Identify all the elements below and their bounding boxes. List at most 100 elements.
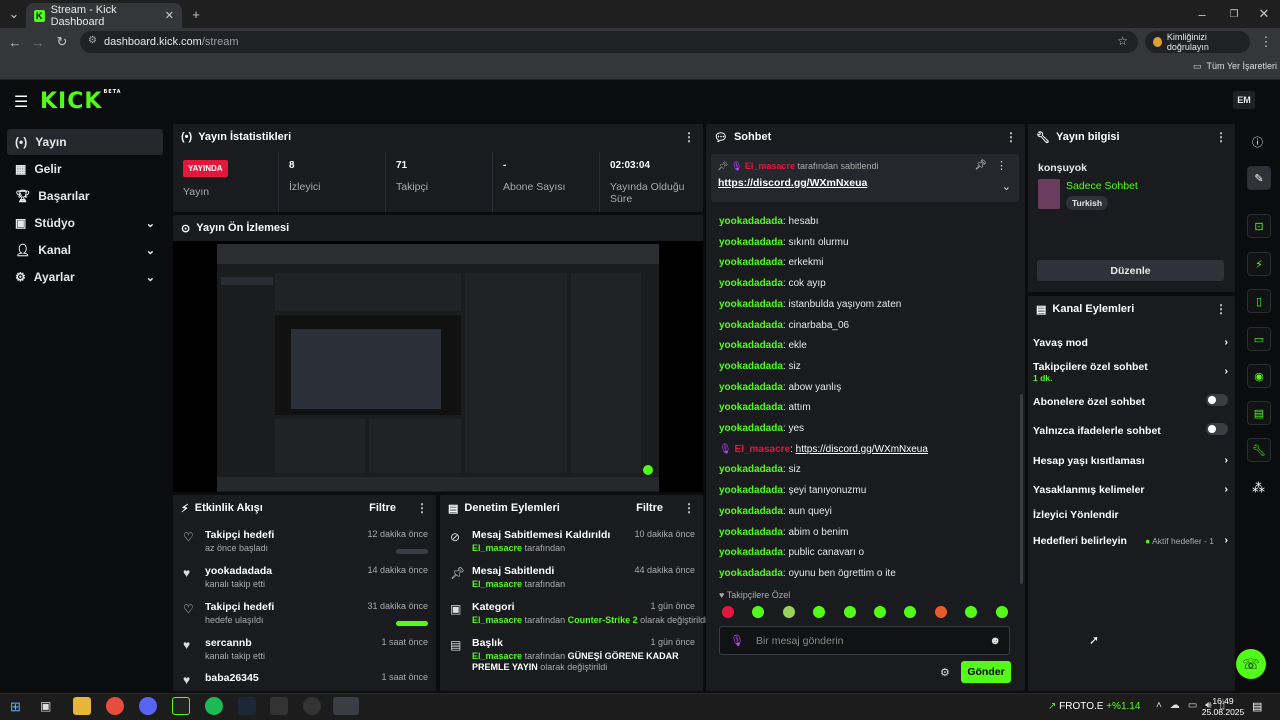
app-icon[interactable]: [172, 697, 190, 715]
chat-username[interactable]: yookadadada: [719, 257, 783, 268]
close-window-icon[interactable]: ✕: [1254, 4, 1274, 24]
kick-logo[interactable]: KICKBETA: [40, 89, 122, 114]
sidebar-item-gelir[interactable]: ▦ Gelir: [7, 156, 163, 182]
unpin-icon[interactable]: 📌︎: [974, 160, 987, 171]
more-options-icon[interactable]: ⋮: [1215, 130, 1227, 144]
steam-icon[interactable]: [238, 697, 256, 715]
tab-close-icon[interactable]: ✕: [165, 9, 174, 22]
chat-username[interactable]: yookadadada: [719, 402, 783, 413]
emotes-only-row[interactable]: Yalnızca ifadelerle sohbet: [1033, 423, 1228, 437]
chat-username[interactable]: yookadadada: [719, 216, 783, 227]
pinned-link[interactable]: https://discord.gg/WXmNxeua: [718, 177, 867, 189]
back-icon[interactable]: ←: [5, 32, 25, 52]
task-view-icon[interactable]: ▣: [40, 699, 51, 713]
hamburger-menu-icon[interactable]: ☰: [14, 92, 28, 112]
info-icon[interactable]: ⓘ: [1252, 134, 1263, 150]
chat-username[interactable]: yookadadada: [719, 340, 783, 351]
windows-start-icon[interactable]: ⊞: [10, 699, 21, 715]
emote-icon[interactable]: [995, 606, 1008, 618]
emote-icon[interactable]: [843, 606, 856, 618]
chat-username[interactable]: yookadadada: [719, 278, 783, 289]
browser-tab[interactable]: K Stream - Kick Dashboard ✕: [26, 3, 182, 28]
notifications-icon[interactable]: ▤: [1252, 700, 1262, 713]
more-options-icon[interactable]: ⋮: [996, 159, 1007, 172]
avatar[interactable]: EM: [1233, 91, 1255, 109]
chat-username[interactable]: yookadadada: [719, 237, 783, 248]
emote-icon[interactable]: [722, 606, 734, 618]
chat-settings-icon[interactable]: ⚙: [940, 666, 950, 679]
chat-username[interactable]: El_masacre: [734, 444, 790, 455]
emoji-icon[interactable]: ☻: [989, 635, 1001, 647]
identity-button[interactable]: Kimliğinizi doğrulayın: [1145, 31, 1250, 53]
send-button[interactable]: Gönder: [961, 661, 1011, 683]
bolt-icon[interactable]: ⚡︎: [1247, 252, 1271, 276]
raid-row[interactable]: İzleyici Yönlendir: [1033, 509, 1228, 521]
clock[interactable]: 16:49 25.08.2025: [1200, 696, 1246, 718]
chat-scrollbar[interactable]: [1020, 394, 1023, 584]
category-link[interactable]: Sadece Sohbet: [1066, 180, 1138, 192]
chat-username[interactable]: yookadadada: [719, 568, 783, 579]
chat-username[interactable]: yookadadada: [719, 361, 783, 372]
edit-button[interactable]: Düzenle: [1037, 260, 1224, 281]
filter-button[interactable]: Filtre: [369, 502, 396, 514]
chat-username[interactable]: yookadadada: [719, 485, 783, 496]
chat-text[interactable]: https://discord.gg/WXmNxeua: [796, 444, 928, 455]
chat-username[interactable]: yookadadada: [719, 299, 783, 310]
widgets-icon[interactable]: ⁂: [1252, 480, 1265, 496]
minimize-icon[interactable]: –: [1192, 4, 1212, 24]
capture-icon[interactable]: ⊡: [1247, 214, 1271, 238]
onedrive-icon[interactable]: ☁: [1170, 700, 1180, 711]
more-options-icon[interactable]: ⋮: [683, 501, 695, 515]
chat-input[interactable]: 🎙︎ Bir mesaj gönderin ☻: [719, 626, 1010, 655]
new-tab-icon[interactable]: +: [186, 4, 206, 24]
filter-button[interactable]: Filtre: [636, 502, 663, 514]
stock-ticker[interactable]: ↗ FROTO.E +%1.14: [1048, 701, 1140, 712]
sidebar-item-basarilar[interactable]: 🏆︎ Başarılar: [7, 183, 163, 209]
emote-icon[interactable]: [782, 606, 795, 618]
bookmark-star-icon[interactable]: ☆: [1117, 34, 1128, 48]
spotify-icon[interactable]: [205, 697, 223, 715]
chat-username[interactable]: yookadadada: [719, 382, 783, 393]
help-chat-icon[interactable]: ☏: [1236, 649, 1266, 679]
chat-username[interactable]: yookadadada: [719, 506, 783, 517]
chevron-down-icon[interactable]: ⌄: [1002, 180, 1011, 193]
more-options-icon[interactable]: ⋮: [1215, 302, 1227, 316]
document-icon[interactable]: ▯: [1247, 289, 1271, 313]
edit-icon[interactable]: ✎: [1247, 166, 1271, 190]
preview-video[interactable]: [173, 241, 703, 492]
chrome-active-icon[interactable]: [333, 697, 359, 715]
chat-icon[interactable]: ▭: [1247, 327, 1271, 351]
goals-row[interactable]: Hedefleri belirleyin ● Aktif hedefler - 1…: [1033, 534, 1228, 547]
obs-icon[interactable]: [303, 697, 321, 715]
sidebar-item-yayin[interactable]: (•) Yayın: [7, 129, 163, 155]
followers-only-row[interactable]: Takipçilere özel sohbet 1 dk. ›: [1033, 361, 1228, 383]
reload-icon[interactable]: ↻: [52, 32, 72, 52]
discord-icon[interactable]: [139, 697, 157, 715]
chat-username[interactable]: yookadadada: [719, 464, 783, 475]
more-options-icon[interactable]: ⋮: [683, 130, 695, 144]
pinned-user[interactable]: El_masacre: [745, 161, 795, 171]
more-options-icon[interactable]: ⋮: [1005, 130, 1017, 144]
restore-icon[interactable]: ❐: [1224, 4, 1244, 24]
tab-search-icon[interactable]: ⌄: [4, 4, 24, 24]
epic-games-icon[interactable]: [270, 697, 288, 715]
sidebar-item-ayarlar[interactable]: ⚙ Ayarlar ⌄: [7, 264, 163, 290]
subscribers-only-row[interactable]: Abonelere özel sohbet: [1033, 394, 1228, 408]
all-bookmarks[interactable]: ▭ Tüm Yer İşaretleri: [1193, 61, 1277, 72]
subscribers-only-toggle[interactable]: [1206, 394, 1228, 406]
emote-icon[interactable]: [934, 606, 947, 618]
chat-username[interactable]: yookadadada: [719, 527, 783, 538]
sidebar-item-studyo[interactable]: ▣ Stüdyo ⌄: [7, 210, 163, 236]
site-info-icon[interactable]: ⚙: [88, 35, 97, 46]
chevron-up-icon[interactable]: ˄: [1156, 700, 1162, 711]
layout-icon[interactable]: ▤: [1247, 401, 1271, 425]
chat-username[interactable]: yookadadada: [719, 320, 783, 331]
network-icon[interactable]: ▭: [1188, 700, 1197, 711]
banned-words-row[interactable]: Yasaklanmış kelimeler ›: [1033, 483, 1228, 496]
slow-mode-row[interactable]: Yavaş mod ›: [1033, 336, 1228, 349]
browser-menu-icon[interactable]: ⋮: [1256, 32, 1276, 52]
emotes-only-toggle[interactable]: [1206, 423, 1228, 435]
emote-icon[interactable]: [874, 606, 886, 618]
more-options-icon[interactable]: ⋮: [416, 501, 428, 515]
forward-icon[interactable]: →: [28, 32, 48, 52]
